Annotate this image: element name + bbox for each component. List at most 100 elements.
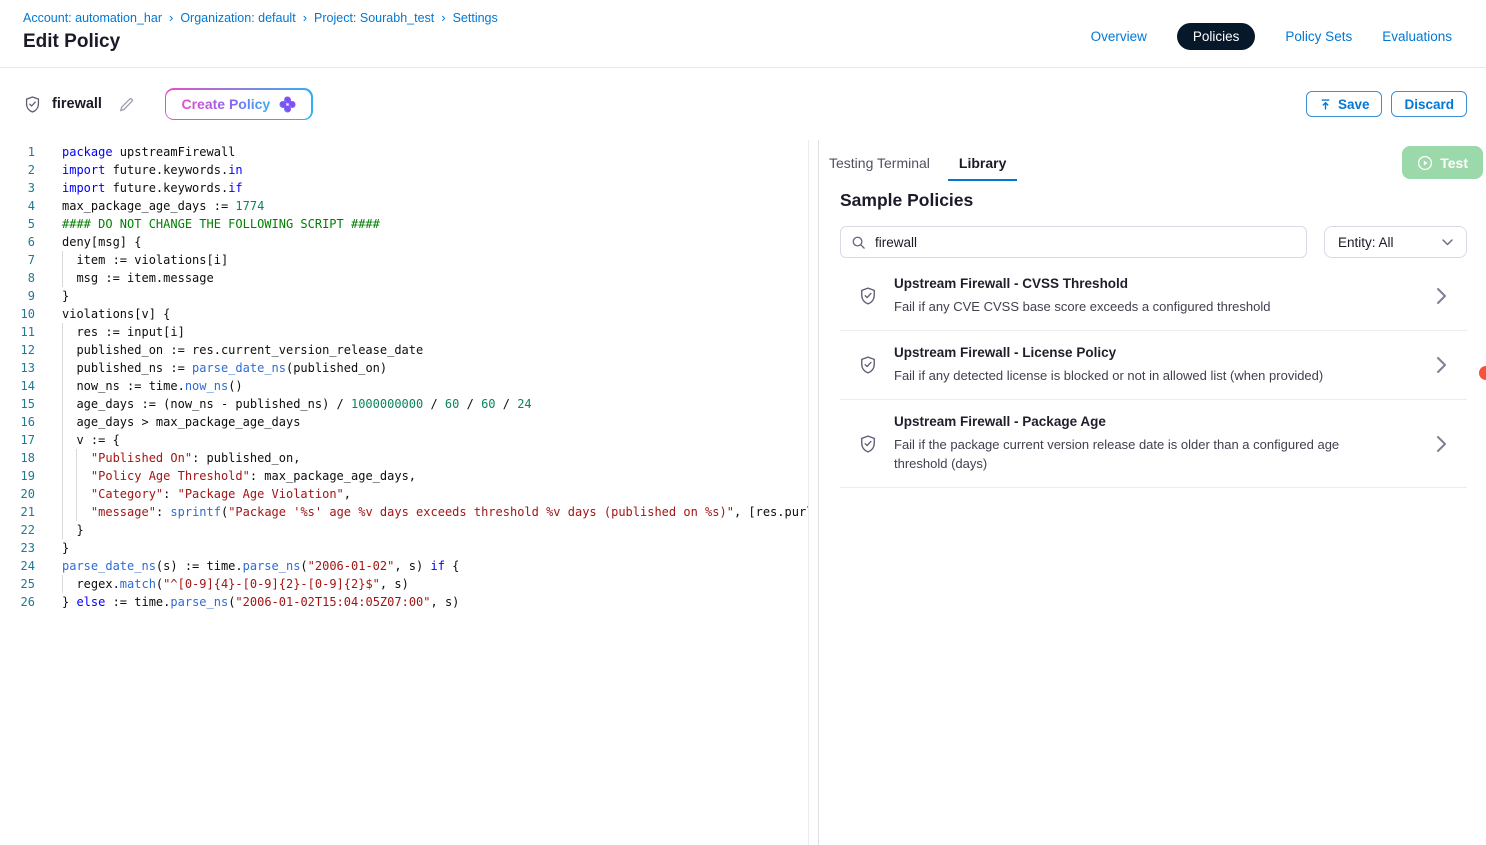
library-controls: Entity: All [840, 226, 1467, 258]
indent-guide [76, 503, 77, 521]
breadcrumb-link[interactable]: Account: automation_har [23, 11, 162, 25]
line-number: 6 [0, 233, 35, 251]
indent-guide [62, 251, 63, 269]
policy-list: Upstream Firewall - CVSS Threshold Fail i… [840, 262, 1467, 488]
sample-policies-heading: Sample Policies [840, 190, 1486, 211]
indent-guide [62, 431, 63, 449]
code-line: age_days := (now_ns - published_ns) / 10… [62, 395, 808, 413]
code-line: parse_date_ns(s) := time.parse_ns("2006-… [62, 557, 808, 575]
policy-text: Upstream Firewall - Package Age Fail if t… [894, 414, 1436, 472]
right-panel: Testing Terminal Library Test Sample Poli… [818, 140, 1486, 845]
entity-filter-value: Entity: All [1338, 235, 1394, 250]
line-numbers: 1234567891011121314151617181920212223242… [0, 143, 35, 845]
entity-filter-dropdown[interactable]: Entity: All [1324, 226, 1467, 258]
line-number: 15 [0, 395, 35, 413]
nav-item-policies[interactable]: Policies [1177, 23, 1256, 50]
search-box [840, 226, 1307, 258]
search-input[interactable] [875, 235, 1296, 250]
code-line: regex.match("^[0-9]{4}-[0-9]{2}-[0-9]{2}… [62, 575, 808, 593]
tab-library[interactable]: Library [948, 140, 1017, 181]
chevron-right-icon[interactable] [1436, 356, 1447, 374]
test-button[interactable]: Test [1402, 146, 1483, 179]
chevron-right-icon[interactable] [1436, 435, 1447, 453]
code-line: } [62, 287, 808, 305]
line-number: 17 [0, 431, 35, 449]
create-policy-button-inner: Create Policy [166, 90, 311, 119]
indent-guide [62, 449, 63, 467]
policy-description: Fail if the package current version rele… [894, 436, 1396, 472]
edit-policy-page: Account: automation_har › Organization: de… [0, 0, 1486, 845]
policy-shield-icon [858, 434, 878, 454]
module-nav: Overview Policies Policy Sets Evaluations [1091, 22, 1452, 50]
breadcrumb-separator: › [441, 10, 445, 25]
policy-shield-icon [858, 286, 878, 306]
indent-guide [62, 521, 63, 539]
line-number: 2 [0, 161, 35, 179]
policy-shield-icon [23, 95, 42, 114]
nav-item-policy-sets[interactable]: Policy Sets [1285, 29, 1352, 44]
policy-list-item[interactable]: Upstream Firewall - CVSS Threshold Fail i… [840, 262, 1467, 331]
code-editor[interactable]: 1234567891011121314151617181920212223242… [0, 140, 809, 845]
line-number: 12 [0, 341, 35, 359]
line-number: 7 [0, 251, 35, 269]
code-line: item := violations[i] [62, 251, 808, 269]
save-button[interactable]: Save [1306, 91, 1383, 117]
save-label: Save [1338, 97, 1370, 112]
code-line: "message": sprintf("Package '%s' age %v … [62, 503, 808, 521]
code-line: age_days > max_package_age_days [62, 413, 808, 431]
line-number: 18 [0, 449, 35, 467]
discard-label: Discard [1404, 97, 1454, 112]
indent-guide [62, 269, 63, 287]
policy-description: Fail if any CVE CVSS base score exceeds … [894, 298, 1396, 316]
code-line: published_on := res.current_version_rele… [62, 341, 808, 359]
code-line: #### DO NOT CHANGE THE FOLLOWING SCRIPT … [62, 215, 808, 233]
line-number: 11 [0, 323, 35, 341]
indent-guide [76, 449, 77, 467]
line-number: 20 [0, 485, 35, 503]
policy-title: Upstream Firewall - License Policy [894, 345, 1436, 360]
nav-item-evaluations[interactable]: Evaluations [1382, 29, 1452, 44]
policy-list-item[interactable]: Upstream Firewall - License Policy Fail i… [840, 331, 1467, 400]
code-line: deny[msg] { [62, 233, 808, 251]
code-line: } [62, 521, 808, 539]
indent-guide [62, 341, 63, 359]
code-line: res := input[i] [62, 323, 808, 341]
policy-list-item[interactable]: Upstream Firewall - Package Age Fail if t… [840, 400, 1467, 487]
policy-description: Fail if any detected license is blocked … [894, 367, 1396, 385]
line-number: 24 [0, 557, 35, 575]
tab-testing-terminal[interactable]: Testing Terminal [829, 140, 930, 180]
breadcrumb-link[interactable]: Project: Sourabh_test [314, 11, 434, 25]
line-number: 19 [0, 467, 35, 485]
code-line: violations[v] { [62, 305, 808, 323]
breadcrumb: Account: automation_har › Organization: de… [23, 10, 498, 25]
code-line: "Category": "Package Age Violation", [62, 485, 808, 503]
policy-title: Upstream Firewall - Package Age [894, 414, 1436, 429]
code-line: import future.keywords.if [62, 179, 808, 197]
code-line: "Published On": published_on, [62, 449, 808, 467]
main-split: 1234567891011121314151617181920212223242… [0, 140, 1486, 845]
code-line: max_package_age_days := 1774 [62, 197, 808, 215]
notification-dot[interactable] [1479, 366, 1486, 380]
breadcrumb-link[interactable]: Settings [453, 11, 498, 25]
code-line: "Policy Age Threshold": max_package_age_… [62, 467, 808, 485]
test-button-label: Test [1440, 155, 1468, 171]
indent-guide [62, 413, 63, 431]
breadcrumb-separator: › [303, 10, 307, 25]
create-policy-button[interactable]: Create Policy [165, 88, 313, 120]
breadcrumb-separator: › [169, 10, 173, 25]
indent-guide [76, 485, 77, 503]
chevron-right-icon[interactable] [1436, 287, 1447, 305]
edit-name-icon[interactable] [118, 96, 135, 113]
code-line: v := { [62, 431, 808, 449]
code-content: package upstreamFirewall import future.ke… [62, 143, 808, 845]
panel-tabs: Testing Terminal Library [829, 140, 1017, 181]
code-line: package upstreamFirewall [62, 143, 808, 161]
line-number: 5 [0, 215, 35, 233]
nav-item-overview[interactable]: Overview [1091, 29, 1147, 44]
discard-button[interactable]: Discard [1391, 91, 1467, 117]
line-number: 1 [0, 143, 35, 161]
line-number: 22 [0, 521, 35, 539]
indent-guide [62, 359, 63, 377]
policy-title: Upstream Firewall - CVSS Threshold [894, 276, 1436, 291]
breadcrumb-link[interactable]: Organization: default [180, 11, 295, 25]
